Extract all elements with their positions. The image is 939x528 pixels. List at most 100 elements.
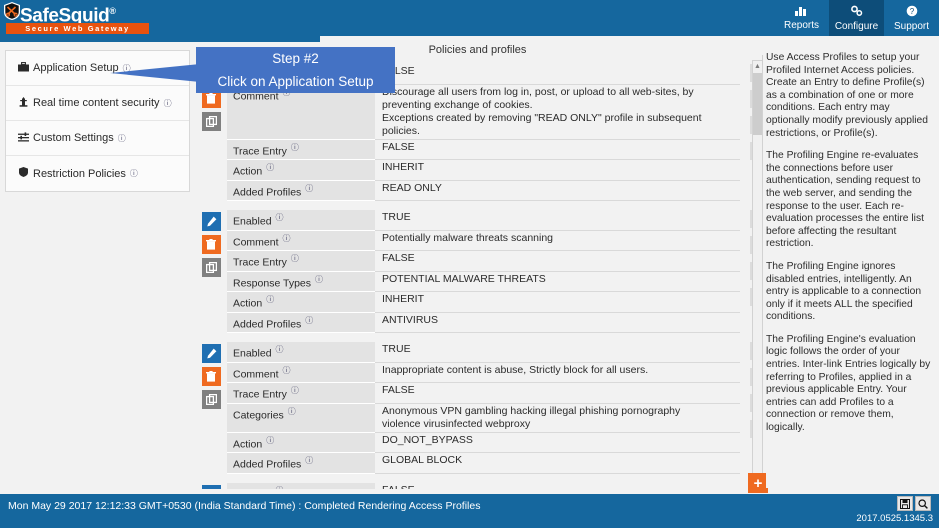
field-value: READ ONLY (375, 180, 740, 201)
policies-panel: Policies and profiles EnabledⓘFALSEComme… (195, 42, 760, 489)
delete-entry-button[interactable] (201, 367, 221, 386)
field-key: Enabledⓘ (227, 342, 375, 363)
entry-fields-table: EnabledⓘFALSECommentⓘRestrict remote des… (227, 482, 740, 490)
entry-actions (195, 342, 227, 474)
help-info-icon[interactable]: ⓘ (291, 384, 299, 397)
field-key: Added Profiles ⓘ (227, 312, 375, 333)
registered-mark: ® (109, 6, 116, 16)
add-entry-button[interactable]: + (748, 473, 768, 493)
scrollbar-thumb[interactable] (753, 73, 762, 135)
table-row: Comment ⓘ Potentially malware threats scan… (227, 230, 740, 251)
edit-entry-button[interactable] (201, 212, 221, 231)
table-row: Enabled ⓘ TRUE (227, 210, 740, 231)
help-info-icon[interactable]: ⓘ (130, 168, 138, 179)
help-info-icon[interactable]: ⓘ (276, 343, 284, 356)
callout-line-2: Click on Application Setup (217, 74, 374, 89)
nav-label-reports: Reports (783, 20, 819, 31)
status-message: Mon May 29 2017 12:12:33 GMT+0530 (India… (8, 500, 481, 512)
save-button[interactable] (897, 496, 913, 511)
edit-entry-button[interactable] (201, 344, 221, 363)
nav-item-configure[interactable]: Configure (829, 0, 884, 36)
version-label: 2017.0525.1345.3 (856, 513, 933, 524)
help-info-icon[interactable]: ⓘ (266, 434, 274, 447)
svg-text:?: ? (909, 7, 914, 16)
policies-scrollbar[interactable]: ▲ ▼ (752, 60, 763, 488)
help-info-icon[interactable]: ⓘ (276, 211, 284, 224)
panel-divider (762, 55, 763, 65)
help-info-icon[interactable]: ⓘ (118, 133, 126, 144)
search-button[interactable] (915, 496, 931, 511)
field-value: INHERIT (375, 291, 740, 313)
nav-item-reports[interactable]: Reports (774, 0, 829, 36)
help-info-icon[interactable]: ⓘ (305, 454, 313, 467)
entry-actions (195, 210, 227, 333)
tower-icon (18, 96, 33, 110)
status-bar-actions (897, 496, 931, 511)
help-paragraph: The Profiling Engine re-evaluates the co… (766, 150, 924, 250)
help-info-icon[interactable]: ⓘ (276, 484, 284, 490)
policy-entry: Enabled ⓘ TRUE Comment ⓘ Inappropriate conten… (195, 342, 760, 474)
field-value: Anonymous VPN gambling hacking illegal p… (375, 403, 740, 433)
table-row: Enabled ⓘ TRUE (227, 342, 740, 363)
field-key: Commentⓘ (227, 362, 375, 383)
help-info-icon[interactable]: ⓘ (283, 232, 291, 245)
help-info-icon[interactable]: ⓘ (283, 364, 291, 377)
sidebar-label-custom-settings: Custom Settings (33, 132, 114, 144)
sidebar-label-application-setup: Application Setup (33, 62, 119, 74)
field-key: Categories ⓘ (227, 403, 375, 433)
help-info-icon[interactable]: ⓘ (305, 182, 313, 195)
field-key: Action ⓘ (227, 159, 375, 181)
copy-entry-button[interactable] (201, 390, 221, 409)
sidebar-item-real-time-content-security[interactable]: Real time content security ⓘ (6, 86, 189, 121)
help-text-panel: Use Access Profiles to setup your Profil… (766, 52, 934, 488)
policy-entry: EnabledⓘFALSECommentⓘRestrict remote des… (195, 482, 760, 490)
help-info-icon[interactable]: ⓘ (266, 293, 274, 306)
callout-line-1: Step #2 (272, 51, 319, 66)
sliders-icon (18, 131, 33, 145)
edit-entry-button[interactable] (201, 484, 221, 489)
copy-entry-button[interactable] (201, 258, 221, 277)
table-row: Added Profiles ⓘ ANTIVIRUS (227, 312, 740, 333)
shield-icon (18, 167, 33, 180)
table-row: Categories ⓘ Anonymous VPN gambling hackin… (227, 403, 740, 433)
help-info-icon[interactable]: ⓘ (291, 252, 299, 265)
help-info-icon[interactable]: ⓘ (291, 141, 299, 154)
help-info-icon[interactable]: ⓘ (315, 273, 323, 286)
delete-entry-button[interactable] (201, 235, 221, 254)
sidebar-item-restriction-policies[interactable]: Restriction Policies ⓘ (6, 156, 189, 191)
policy-entry: Enabled ⓘ TRUE Comment ⓘ Potentially malware … (195, 210, 760, 333)
table-row: Added Profiles ⓘ GLOBAL BLOCK (227, 452, 740, 474)
main-nav: Reports Configure ? Support (774, 0, 939, 36)
entry-fields-table: Enabled ⓘ TRUE Comment ⓘ Potentially malware … (227, 210, 740, 333)
field-value: FALSE (375, 482, 740, 489)
field-key: Trace Entry ⓘ (227, 382, 375, 404)
table-row: Trace Entry ⓘ FALSE (227, 139, 740, 160)
table-row: Action ⓘ INHERIT (227, 291, 740, 313)
gears-icon (850, 5, 863, 20)
field-key: Action ⓘ (227, 432, 375, 453)
help-info-icon[interactable]: ⓘ (288, 405, 296, 418)
nav-item-support[interactable]: ? Support (884, 0, 939, 36)
field-value: TRUE (375, 210, 740, 231)
help-paragraph: The Profiling Engine's evaluation logic … (766, 333, 931, 434)
sidebar-item-custom-settings[interactable]: Custom Settings ⓘ (6, 121, 189, 156)
nav-label-support: Support (893, 20, 930, 32)
copy-entry-button[interactable] (201, 112, 221, 131)
table-row: Response Types ⓘ POTENTIAL MALWARE THREATS (227, 271, 740, 292)
entry-actions (195, 483, 227, 489)
status-bar: Mon May 29 2017 12:12:33 GMT+0530 (India… (0, 494, 939, 528)
help-info-icon[interactable]: ⓘ (305, 314, 313, 327)
help-info-icon[interactable]: ⓘ (266, 161, 274, 174)
scroll-up-arrow-icon[interactable]: ▲ (753, 61, 762, 72)
field-value: FALSE (375, 382, 740, 404)
help-paragraph: Use Access Profiles to setup your Profil… (766, 52, 928, 139)
field-key: Enabledⓘ (227, 482, 375, 490)
field-value: FALSE (375, 250, 740, 272)
brand-block[interactable]: SafeSquid® Secure Web Gateway (0, 0, 152, 36)
help-icon: ? (906, 5, 918, 20)
field-key: Added Profiles ⓘ (227, 452, 375, 474)
entry-fields-table: Enabled ⓘ TRUE Comment ⓘ Inappropriate conten… (227, 342, 740, 474)
field-value: FALSE (375, 139, 740, 160)
help-info-icon[interactable]: ⓘ (164, 98, 172, 109)
table-row: Trace Entry ⓘ FALSE (227, 382, 740, 404)
